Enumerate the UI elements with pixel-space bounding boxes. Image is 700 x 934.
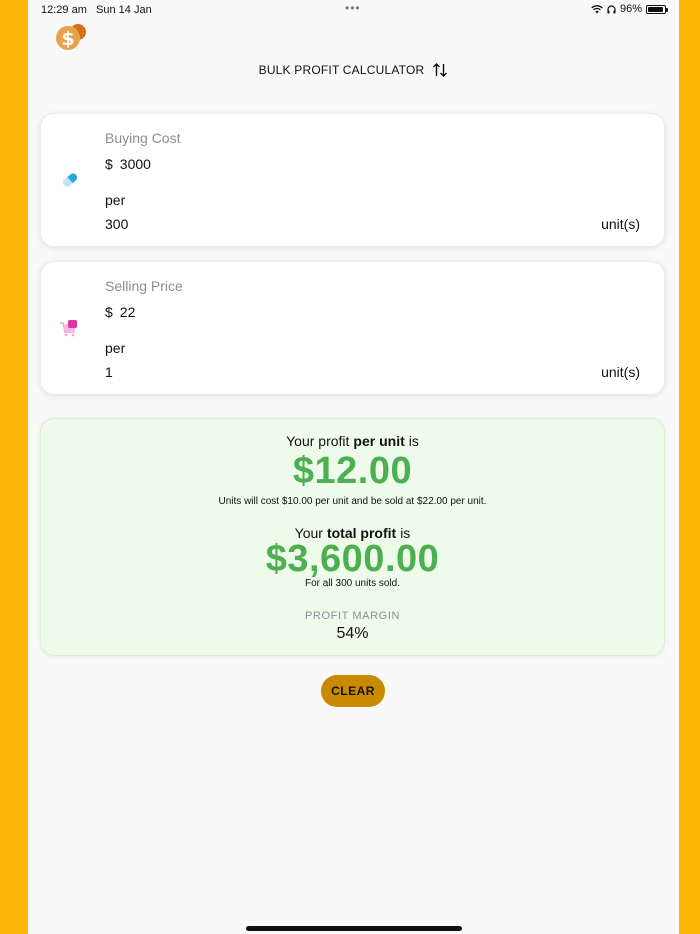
cart-icon (59, 318, 81, 338)
svg-text:$: $ (61, 28, 74, 50)
buying-quantity-field[interactable]: 300 (105, 216, 128, 232)
buying-cost-amount-field[interactable]: $ 3000 (105, 156, 151, 172)
unit-profit-heading: Your profit per unit is (286, 433, 419, 449)
headphones-icon (607, 4, 616, 13)
profit-result-card: Your profit per unit is $12.00 Units will … (40, 418, 665, 656)
coin-logo-icon: $ (54, 22, 88, 52)
unit-profit-note: Units will cost $10.00 per unit and be s… (218, 496, 487, 507)
per-label: per (105, 192, 126, 208)
per-label: per (105, 340, 126, 356)
profit-margin-value: 54% (336, 625, 369, 642)
buying-cost-value[interactable]: 3000 (120, 156, 151, 172)
wifi-icon (591, 4, 603, 13)
multitasking-dots-icon[interactable]: ••• (345, 1, 361, 15)
currency-symbol: $ (105, 304, 113, 320)
selling-price-label: Selling Price (105, 278, 183, 294)
swap-vertical-icon[interactable] (432, 62, 448, 78)
selling-price-value[interactable]: 22 (120, 304, 136, 320)
currency-symbol: $ (105, 156, 113, 172)
total-profit-value: $3,600.00 (265, 538, 440, 580)
battery-level (648, 6, 664, 12)
selling-quantity-field[interactable]: 1 (105, 364, 113, 380)
battery-percent: 96% (619, 3, 642, 15)
home-indicator[interactable] (246, 926, 462, 931)
pill-icon (59, 170, 81, 190)
unit-profit-value: $12.00 (292, 450, 413, 492)
buying-cost-label: Buying Cost (105, 130, 181, 146)
total-profit-note: For all 300 units sold. (304, 578, 401, 589)
page-title: BULK PROFIT CALCULATOR (28, 62, 679, 78)
app-screen: 12:29 am Sun 14 Jan ••• 96% $ BULK PROFI… (28, 0, 679, 934)
profit-margin-label: PROFIT MARGIN (305, 610, 400, 622)
unit-label: unit(s) (601, 364, 640, 380)
unit-label: unit(s) (601, 216, 640, 232)
selling-price-amount-field[interactable]: $ 22 (105, 304, 135, 320)
status-indicators: 96% (591, 3, 668, 15)
status-time: 12:29 am Sun 14 Jan (41, 4, 152, 16)
page-title-text: BULK PROFIT CALCULATOR (258, 63, 425, 77)
status-bar: 12:29 am Sun 14 Jan ••• 96% (28, 0, 679, 20)
selling-price-card: Selling Price $ 22 per 1 unit(s) (40, 261, 665, 395)
buying-cost-card: Buying Cost $ 3000 per 300 unit(s) (40, 113, 665, 247)
clear-button[interactable]: CLEAR (321, 675, 385, 707)
battery-icon (646, 4, 668, 14)
